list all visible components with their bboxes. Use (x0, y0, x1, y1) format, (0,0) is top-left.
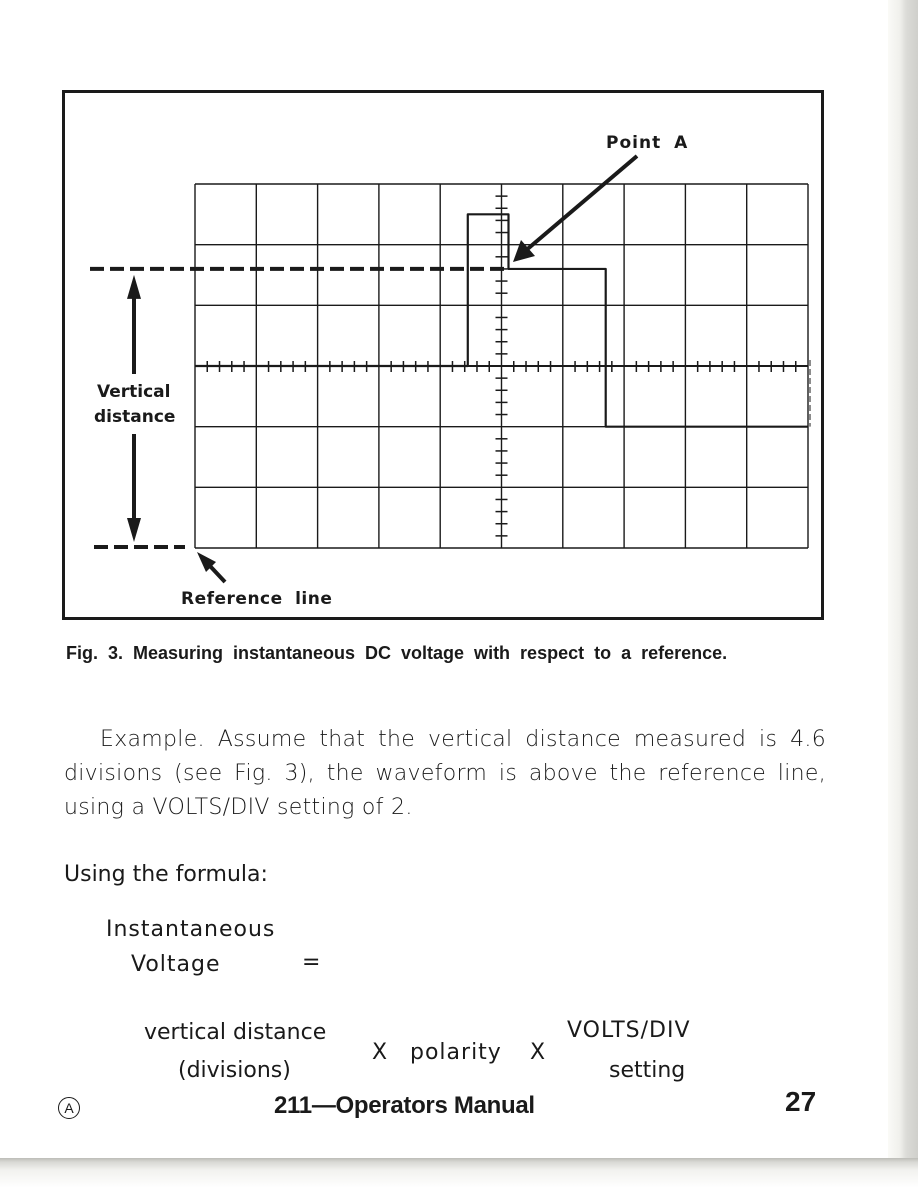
formula-times1: X (372, 1040, 388, 1065)
oscilloscope-figure (90, 154, 811, 584)
manual-title: 211—Operators Manual (274, 1092, 535, 1119)
arrow-down-icon (127, 518, 141, 542)
vertical-distance-label-line1: Vertical (97, 382, 171, 402)
example-paragraph: Example. Assume that the vertical distan… (64, 723, 826, 825)
formula-term3-line2: setting (609, 1058, 686, 1083)
arrow-up-icon (127, 274, 141, 299)
formula-lhs-line2: Voltage (131, 952, 221, 977)
formula-equals: = (302, 950, 321, 975)
figure-annotations (90, 154, 639, 584)
vertical-distance-label-line2: distance (94, 407, 176, 427)
formula-term1-line1: vertical distance (144, 1020, 327, 1045)
figure-caption: Fig. 3. Measuring instantaneous DC volta… (66, 643, 728, 663)
formula-term1-line2: (divisions) (178, 1058, 291, 1083)
point-a-arrow-shaft (522, 154, 639, 254)
formula-lhs-line1: Instantaneous (106, 917, 276, 942)
page-bottom-edge (0, 1158, 918, 1188)
formula-term2: polarity (410, 1040, 502, 1065)
reference-line-label: Reference line (181, 589, 333, 609)
formula-times2: X (530, 1040, 546, 1065)
waveform-trace (195, 213, 811, 428)
example-text: Example. Assume that the vertical distan… (64, 727, 826, 820)
page-number: 27 (785, 1086, 817, 1117)
revision-mark-icon: A (58, 1097, 80, 1119)
formula-intro: Using the formula: (64, 862, 268, 887)
point-a-label: Point A (606, 133, 689, 153)
reference-arrow-shaft (208, 564, 227, 584)
formula-term3-line1: VOLTS/DIV (567, 1018, 691, 1043)
